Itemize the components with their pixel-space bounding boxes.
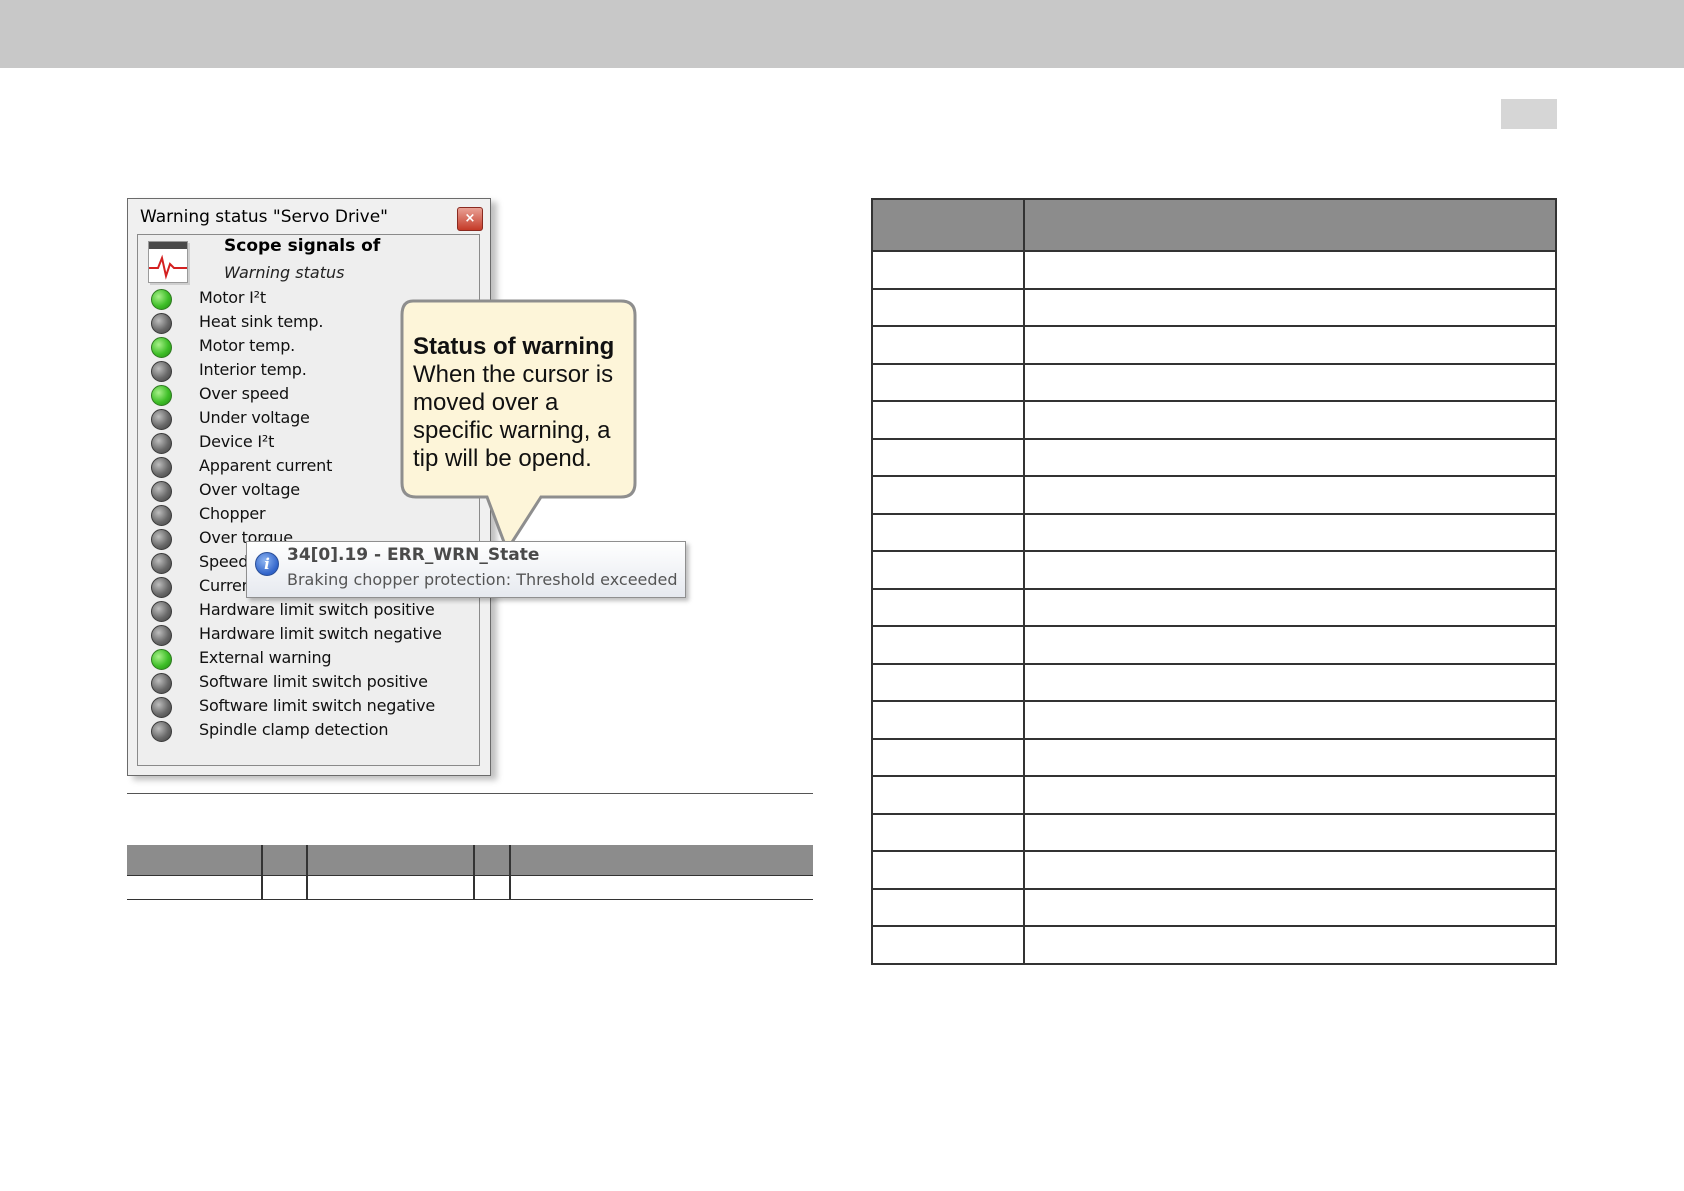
- table-row-divider: [873, 700, 1555, 702]
- status-led-icon: [151, 601, 172, 622]
- header-band: [0, 0, 1684, 68]
- table-row-divider: [873, 288, 1555, 290]
- signal-label: Spindle clamp detection: [199, 720, 389, 739]
- section-rule: [127, 793, 813, 794]
- small-table-column-divider: [306, 845, 308, 900]
- small-table-column-divider: [261, 845, 263, 900]
- status-led-icon: [151, 481, 172, 502]
- signal-label: Device I²t: [199, 432, 275, 451]
- table-row-divider: [873, 738, 1555, 740]
- signal-label: Software limit switch negative: [199, 696, 436, 715]
- signal-tooltip: i 34[0].19 - ERR_WRN_State Braking chopp…: [246, 541, 686, 598]
- info-icon: i: [255, 552, 279, 576]
- signal-label: Under voltage: [199, 408, 310, 427]
- status-led-icon: [151, 433, 172, 454]
- status-led-icon: [151, 673, 172, 694]
- signal-label: Motor temp.: [199, 336, 296, 355]
- signal-item[interactable]: Spindle clamp detection: [148, 719, 468, 742]
- table-row-divider: [873, 775, 1555, 777]
- signal-label: Hardware limit switch positive: [199, 600, 435, 619]
- callout-text: When the cursor is moved over a specific…: [413, 361, 614, 472]
- status-led-icon: [151, 553, 172, 574]
- page-tab-marker: [1501, 99, 1557, 129]
- scope-signal-icon: [148, 241, 188, 283]
- small-table-divider: [127, 899, 813, 900]
- table-row-divider: [873, 550, 1555, 552]
- scope-title: Scope signals of: [224, 236, 381, 256]
- window-title: Warning status "Servo Drive": [140, 207, 389, 227]
- scope-subtitle: Warning status: [224, 263, 345, 282]
- signal-label: Heat sink temp.: [199, 312, 324, 331]
- signal-item[interactable]: Software limit switch negative: [148, 695, 468, 718]
- status-led-icon: [151, 697, 172, 718]
- signal-label: Interior temp.: [199, 360, 307, 379]
- signal-label: Over speed: [199, 384, 289, 403]
- table-row-divider: [873, 925, 1555, 927]
- right-table-column-divider: [1023, 200, 1025, 963]
- status-led-icon: [151, 457, 172, 478]
- signal-label: Motor I²t: [199, 288, 266, 307]
- callout-text-block: Status of warning When the cursor is mov…: [413, 333, 623, 473]
- status-led-icon: [151, 505, 172, 526]
- right-table: [871, 198, 1557, 965]
- small-table-column-divider: [509, 845, 511, 900]
- signal-label: Chopper: [199, 504, 266, 523]
- table-row-divider: [873, 325, 1555, 327]
- table-row-divider: [873, 363, 1555, 365]
- status-led-icon: [151, 625, 172, 646]
- table-row-divider: [873, 888, 1555, 890]
- status-led-icon: [151, 721, 172, 742]
- status-led-icon: [151, 361, 172, 382]
- signal-item[interactable]: Hardware limit switch positive: [148, 599, 468, 622]
- signal-label: External warning: [199, 648, 332, 667]
- signal-label: Over voltage: [199, 480, 300, 499]
- signal-item[interactable]: Software limit switch positive: [148, 671, 468, 694]
- table-row-divider: [873, 850, 1555, 852]
- table-row-divider: [873, 513, 1555, 515]
- status-led-icon: [151, 409, 172, 430]
- signal-item[interactable]: External warning: [148, 647, 468, 670]
- table-row-divider: [873, 813, 1555, 815]
- status-led-icon: [151, 289, 172, 310]
- tooltip-title: 34[0].19 - ERR_WRN_State: [287, 545, 540, 565]
- signal-label: Hardware limit switch negative: [199, 624, 442, 643]
- status-led-icon: [151, 313, 172, 334]
- signal-label: Apparent current: [199, 456, 333, 475]
- table-row-divider: [873, 400, 1555, 402]
- table-row-divider: [873, 438, 1555, 440]
- small-table-header: [127, 845, 813, 876]
- table-row-divider: [873, 588, 1555, 590]
- small-table-column-divider: [473, 845, 475, 900]
- small-table: [127, 845, 813, 900]
- table-row-divider: [873, 663, 1555, 665]
- close-button[interactable]: ×: [457, 207, 483, 231]
- status-led-icon: [151, 529, 172, 550]
- table-row-divider: [873, 625, 1555, 627]
- status-led-icon: [151, 337, 172, 358]
- status-led-icon: [151, 577, 172, 598]
- signal-item[interactable]: Hardware limit switch negative: [148, 623, 468, 646]
- status-led-icon: [151, 649, 172, 670]
- right-table-header: [873, 200, 1555, 250]
- tooltip-text: Braking chopper protection: Threshold ex…: [287, 570, 678, 589]
- status-led-icon: [151, 385, 172, 406]
- callout-title: Status of warning: [413, 333, 615, 360]
- table-row-divider: [873, 250, 1555, 252]
- table-row-divider: [873, 475, 1555, 477]
- small-table-divider: [127, 875, 813, 876]
- signal-label: Software limit switch positive: [199, 672, 428, 691]
